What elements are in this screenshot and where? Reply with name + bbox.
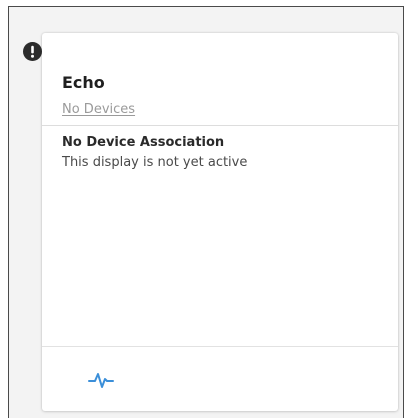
card-footer (42, 347, 398, 411)
alert-badge (23, 42, 42, 61)
display-panel-frame: Echo No Devices No Device Association Th… (8, 6, 404, 418)
exclamation-circle-icon (31, 45, 34, 58)
display-card: Echo No Devices No Device Association Th… (42, 33, 398, 411)
pulse-icon (88, 373, 114, 388)
devices-link[interactable]: No Devices (62, 101, 135, 119)
card-title: Echo (62, 73, 105, 92)
card-divider (42, 125, 398, 126)
activity-button[interactable] (86, 367, 116, 393)
status-text: This display is not yet active (62, 155, 248, 170)
status-heading: No Device Association (62, 135, 225, 150)
